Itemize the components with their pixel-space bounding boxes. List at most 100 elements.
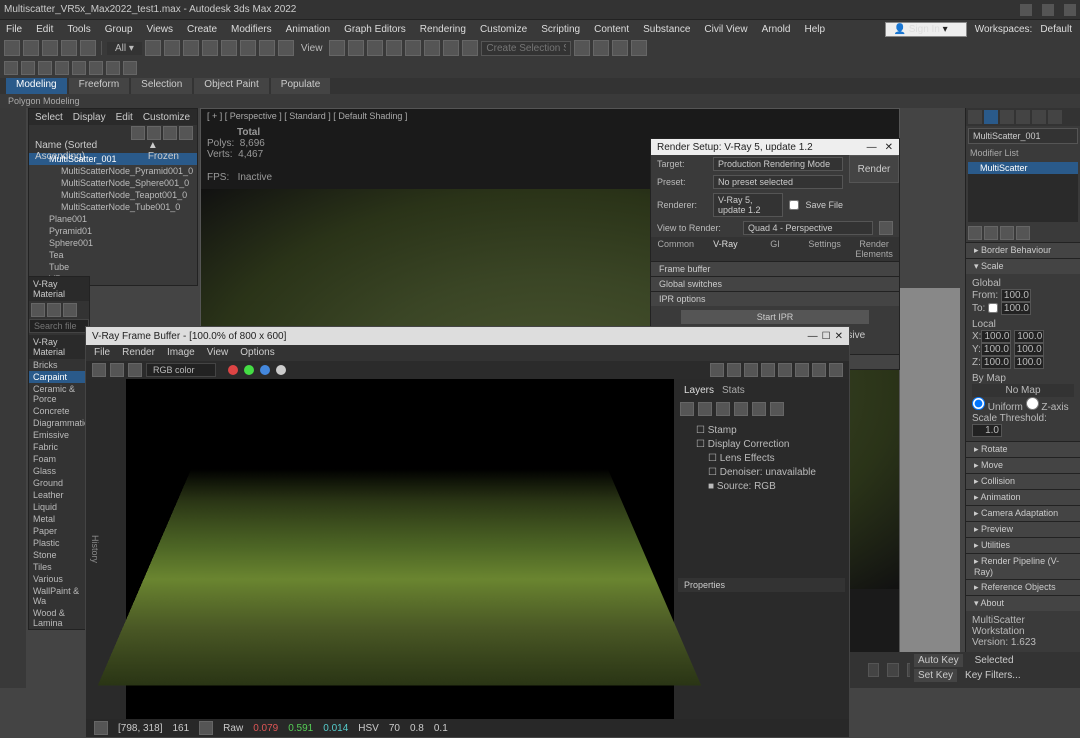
menu-create[interactable]: Create [187,24,217,35]
mirror-icon[interactable] [329,40,345,56]
rollout-scale[interactable]: Scale [966,258,1080,274]
curve-editor-icon[interactable] [386,40,402,56]
menu-substance[interactable]: Substance [643,24,690,35]
setkey-button[interactable]: Set Key [914,669,957,682]
rollout-rotate[interactable]: Rotate [966,441,1080,457]
se-tool-4-icon[interactable] [179,126,193,140]
vfb-properties-header[interactable]: Properties [678,578,845,592]
refsys-icon[interactable] [221,40,237,56]
t2-8-icon[interactable] [123,61,137,75]
mat-tool-3-icon[interactable] [63,303,77,317]
stack-tool-2-icon[interactable] [984,226,998,240]
menu-file[interactable]: File [6,24,22,35]
t2-6-icon[interactable] [89,61,103,75]
scale-to-check[interactable] [988,303,998,313]
vfb-layer-add-icon[interactable] [680,402,694,416]
scale-threshold-spinner[interactable]: 1.0 [972,424,1002,437]
menu-modifiers[interactable]: Modifiers [231,24,272,35]
mat-item[interactable]: Plastic [29,537,89,549]
render-setup-icon[interactable] [443,40,459,56]
rs-close-icon[interactable]: ✕ [885,142,893,153]
vfb-list-icon[interactable] [734,402,748,416]
vfb-menu-image[interactable]: Image [167,347,195,359]
mat-item[interactable]: Foam [29,453,89,465]
ribbon-selection[interactable]: Selection [131,78,192,94]
se-menu-customize[interactable]: Customize [143,112,190,123]
mat-item[interactable]: Stone [29,549,89,561]
object-name-field[interactable]: MultiScatter_001 [968,128,1078,144]
ribbon-modeling[interactable]: Modeling [6,78,67,94]
t2-7-icon[interactable] [106,61,120,75]
scale-y2-spinner[interactable]: 100.0 [1014,343,1044,356]
render-button[interactable]: Render [849,155,899,183]
ribbon-objectpaint[interactable]: Object Paint [194,78,268,94]
scale-x2-spinner[interactable]: 100.0 [1014,330,1044,343]
modify-tab-icon[interactable] [984,110,998,124]
create-tab-icon[interactable] [968,110,982,124]
scene-item[interactable]: MultiScatterNode_Tube001_0 [29,201,197,213]
rs-minimize-icon[interactable]: — [867,142,877,153]
mat-item[interactable]: Emissive [29,429,89,441]
autokey-button[interactable]: Auto Key [914,654,963,667]
rollout-preview[interactable]: Preview [966,521,1080,537]
scene-item[interactable]: MultiScatterNode_Teapot001_0 [29,189,197,201]
signin-button[interactable]: 👤 Sign In ▾ [885,22,967,37]
scene-item[interactable]: Pyramid01 [29,225,197,237]
keyfilters-button[interactable]: Key Filters... [961,669,1025,682]
rollout-animation[interactable]: Animation [966,489,1080,505]
modifier-stack[interactable]: MultiScatter [968,162,1078,222]
mat-tool-2-icon[interactable] [47,303,61,317]
tool-a-icon[interactable] [574,40,590,56]
keymode-dropdown[interactable]: Selected [967,654,1022,667]
mat-item[interactable]: Metal [29,513,89,525]
percent-snap-icon[interactable] [278,40,294,56]
menu-grapheditors[interactable]: Graph Editors [344,24,406,35]
mat-item[interactable]: Tiles [29,561,89,573]
scene-item[interactable]: Sphere001 [29,237,197,249]
scale-y1-spinner[interactable]: 100.0 [981,343,1011,356]
material-editor-icon[interactable] [424,40,440,56]
menu-group[interactable]: Group [105,24,133,35]
mat-item[interactable]: Wood & Lamina [29,607,89,629]
menu-views[interactable]: Views [147,24,174,35]
rollout-collision[interactable]: Collision [966,473,1080,489]
mat-item[interactable]: Glass [29,465,89,477]
vfb-menu-file[interactable]: File [94,347,110,359]
se-name-header[interactable]: Name (Sorted Ascending) [35,140,148,152]
maximize-button[interactable] [1042,4,1054,16]
rs-tab-renderelem[interactable]: Render Elements [849,237,899,261]
menu-content[interactable]: Content [594,24,629,35]
menu-tools[interactable]: Tools [67,24,90,35]
ribbon-populate[interactable]: Populate [271,78,330,94]
scene-item[interactable]: MultiScatterNode_Pyramid001_0 [29,165,197,177]
vfb-refresh-icon[interactable] [795,363,809,377]
stack-tool-1-icon[interactable] [968,226,982,240]
menu-civilview[interactable]: Civil View [704,24,747,35]
mat-item[interactable]: Various [29,573,89,585]
ribbon-freeform[interactable]: Freeform [69,78,130,94]
layer-lens[interactable]: ☐ Lens Effects [684,452,839,466]
vfb-menu-view[interactable]: View [207,347,229,359]
se-menu-display[interactable]: Display [73,112,106,123]
viewport-label[interactable]: [ + ] [ Perspective ] [ Standard ] [ Def… [207,111,407,121]
close-button[interactable] [1064,4,1076,16]
scale-z1-spinner[interactable]: 100.0 [981,356,1011,369]
unlink-icon[interactable] [61,40,77,56]
move-icon[interactable] [164,40,180,56]
render-icon[interactable] [462,40,478,56]
hierarchy-tab-icon[interactable] [1000,110,1014,124]
vfb-plus-icon[interactable] [128,363,142,377]
mat-search-input[interactable] [29,319,89,333]
layer-stamp[interactable]: ☐ Stamp [684,424,839,438]
mat-item[interactable]: Ground [29,477,89,489]
mat-item[interactable]: Liquid [29,501,89,513]
layer-display[interactable]: ☐ Display Correction [684,438,839,452]
mat-item[interactable]: Diagrammatic [29,417,89,429]
scene-item[interactable]: Tube [29,261,197,273]
bind-icon[interactable] [80,40,96,56]
vfb-t1-icon[interactable] [710,363,724,377]
rollout-refobjects[interactable]: Reference Objects [966,579,1080,595]
mat-item[interactable]: Leather [29,489,89,501]
mat-item[interactable]: Carpaint [29,371,89,383]
rollout-camera[interactable]: Camera Adaptation [966,505,1080,521]
